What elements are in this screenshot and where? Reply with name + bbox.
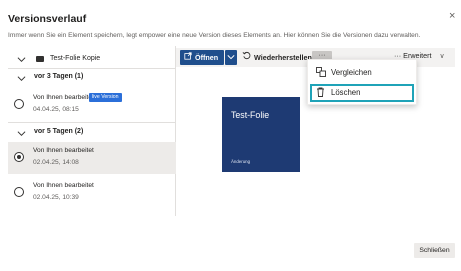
version-item-selected[interactable]: Von Ihnen bearbeitet 02.04.25, 14:08 — [8, 142, 176, 174]
version-sidebar: Test-Folie Kopie vor 3 Tagen (1) Von Ihn… — [8, 46, 176, 216]
menu-item-label: Vergleichen — [331, 68, 372, 77]
close-icon[interactable]: × — [449, 11, 455, 22]
chevron-down-icon[interactable] — [17, 74, 26, 83]
live-version-badge: live Version — [89, 93, 122, 102]
close-dialog-button[interactable]: Schließen — [414, 243, 455, 258]
compare-icon — [316, 67, 326, 79]
chevron-down-icon — [227, 55, 235, 60]
context-menu: Vergleichen Löschen — [307, 59, 417, 105]
menu-item-label: Löschen — [331, 88, 361, 97]
slide-file-icon — [36, 56, 44, 62]
version-item[interactable]: Von Ihnen bearbeitet 02.04.25, 10:39 — [8, 177, 176, 209]
page-title: Versionsverlauf — [8, 13, 87, 25]
version-group-header[interactable]: vor 3 Tagen (1) — [8, 68, 176, 88]
file-row[interactable]: Test-Folie Kopie — [8, 49, 176, 69]
preview-title: Test-Folie — [231, 110, 270, 120]
open-external-icon — [184, 52, 192, 62]
chevron-down-icon[interactable] — [17, 55, 26, 64]
dialog-description: Immer wenn Sie ein Element speichern, le… — [8, 32, 421, 39]
version-author: Von Ihnen bearbeitet — [33, 94, 94, 101]
version-item[interactable]: Von Ihnen bearbeitet live Version 04.04.… — [8, 89, 176, 121]
preview-card: Test-Folie Änderung — [222, 97, 300, 172]
restore-button-label: Wiederherstellen — [254, 53, 312, 62]
version-radio[interactable] — [14, 187, 24, 197]
open-button[interactable]: Öffnen — [180, 50, 224, 65]
version-date: 02.04.25, 10:39 — [33, 194, 79, 201]
version-group-header[interactable]: vor 5 Tagen (2) — [8, 123, 176, 143]
version-date: 02.04.25, 14:08 — [33, 159, 79, 166]
menu-item-compare[interactable]: Vergleichen — [310, 64, 414, 82]
restore-icon — [242, 51, 251, 62]
version-radio[interactable] — [14, 152, 24, 162]
open-dropdown-button[interactable] — [225, 50, 237, 65]
preview-subtitle: Änderung — [231, 159, 251, 164]
version-author: Von Ihnen bearbeitet — [33, 182, 94, 189]
version-radio[interactable] — [14, 99, 24, 109]
version-group-label: vor 5 Tagen (2) — [34, 128, 84, 135]
version-author: Von Ihnen bearbeitet — [33, 147, 94, 154]
menu-item-delete[interactable]: Löschen — [310, 84, 414, 102]
chevron-down-icon[interactable] — [17, 129, 26, 138]
file-label: Test-Folie Kopie — [50, 55, 101, 62]
trash-icon — [316, 87, 325, 99]
version-date: 04.04.25, 08:15 — [33, 106, 79, 113]
chevron-down-icon: ∨ — [439, 51, 445, 60]
open-button-label: Öffnen — [195, 53, 219, 62]
version-group-label: vor 3 Tagen (1) — [34, 73, 84, 80]
